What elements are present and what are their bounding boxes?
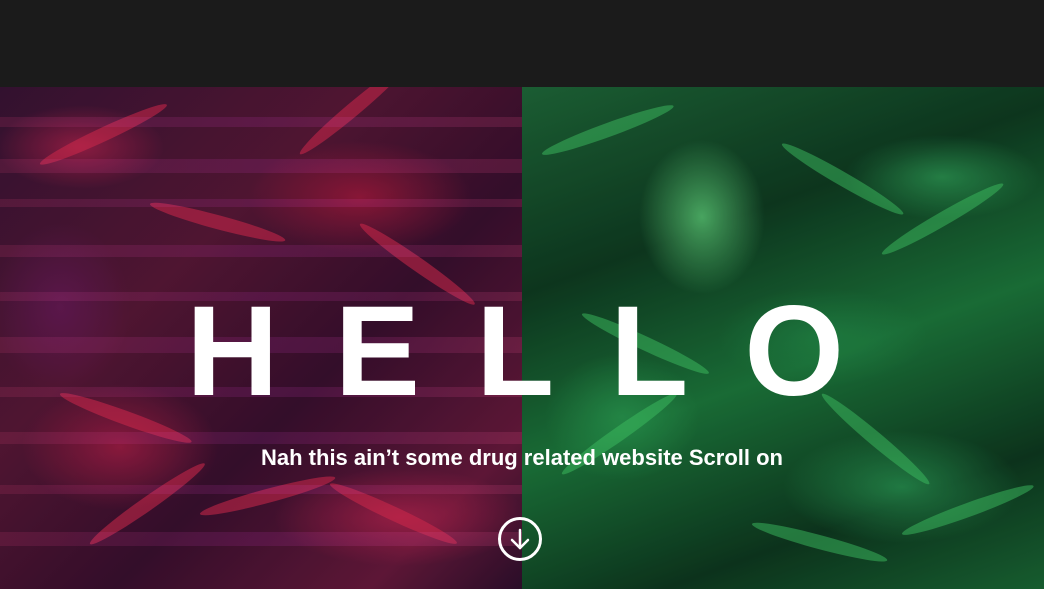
scroll-down-button[interactable] — [498, 517, 542, 561]
hero-tagline: Nah this ain’t some drug related website… — [261, 445, 783, 470]
hero-section: HELLO Nah this ain’t some drug related w… — [0, 87, 1044, 589]
hero-heading: HELLO — [186, 280, 900, 423]
top-bar — [0, 0, 1044, 87]
arrow-down-circle-icon — [510, 528, 530, 550]
